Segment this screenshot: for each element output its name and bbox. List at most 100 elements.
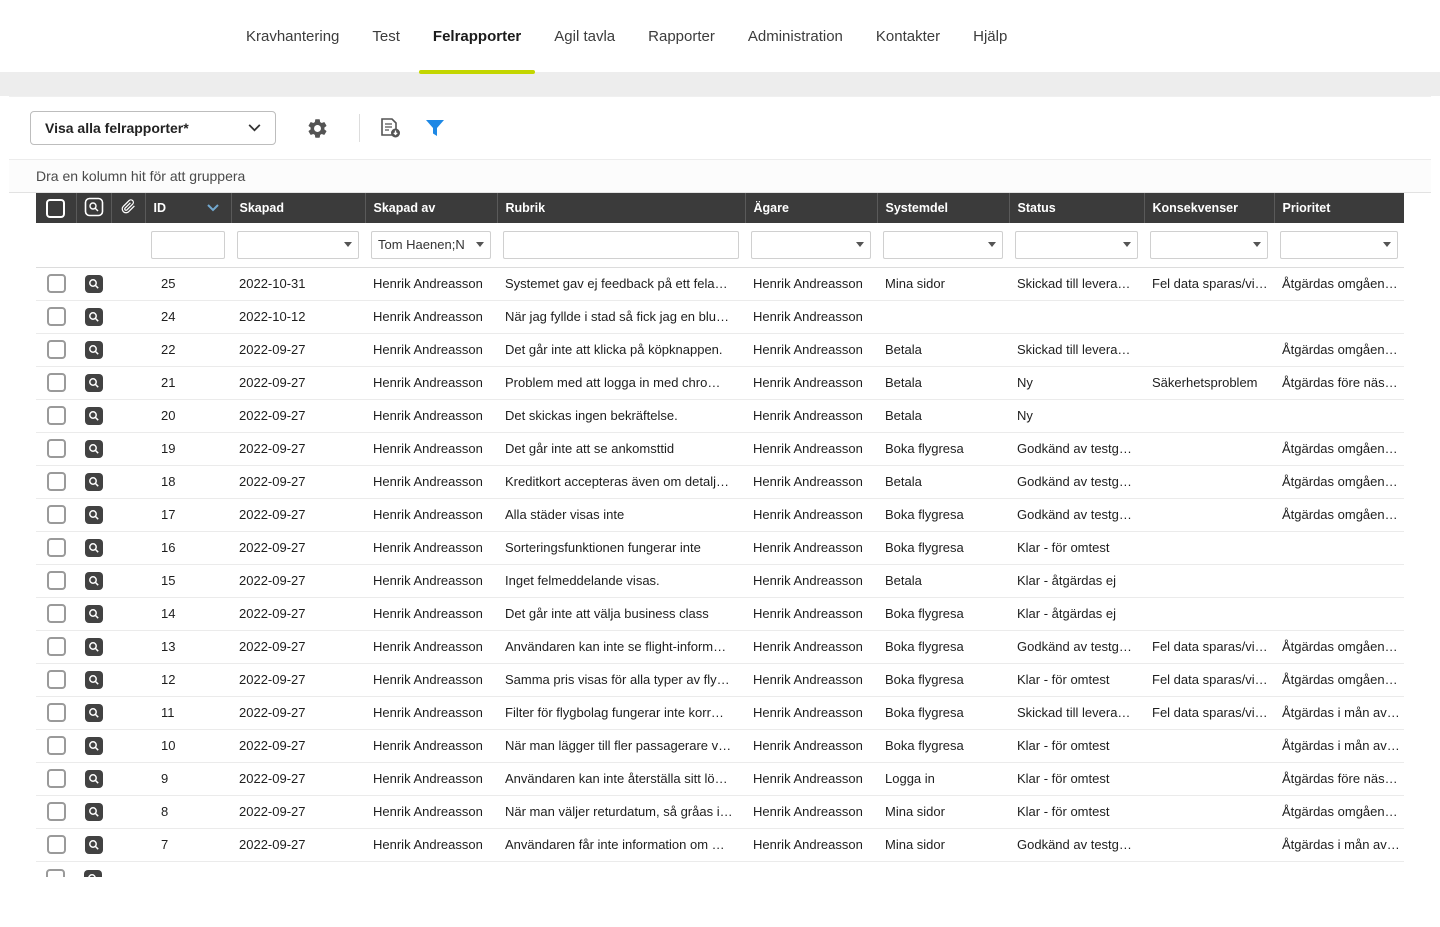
- preview-icon[interactable]: [84, 835, 104, 855]
- cell-rubrik[interactable]: Det går inte att klicka på köpknappen.: [497, 333, 745, 366]
- sort-desc-icon[interactable]: [207, 204, 219, 212]
- preview-icon[interactable]: [84, 439, 104, 459]
- table-row[interactable]: 19 2022-09-27 Henrik Andreasson Det går …: [36, 432, 1404, 465]
- table-row[interactable]: 15 2022-09-27 Henrik Andreasson Inget fe…: [36, 564, 1404, 597]
- table-row[interactable]: 16 2022-09-27 Henrik Andreasson Sorterin…: [36, 531, 1404, 564]
- row-checkbox[interactable]: [47, 505, 66, 524]
- export-button[interactable]: [374, 113, 406, 143]
- row-checkbox[interactable]: [47, 340, 66, 359]
- table-row[interactable]: 20 2022-09-27 Henrik Andreasson Det skic…: [36, 399, 1404, 432]
- row-checkbox[interactable]: [47, 703, 66, 722]
- column-header-rubrik[interactable]: Rubrik: [497, 193, 745, 223]
- view-selector-dropdown[interactable]: Visa alla felrapporter*: [30, 111, 276, 145]
- preview-icon[interactable]: [84, 307, 104, 327]
- filter-skapad-av-select[interactable]: Tom Haenen;N: [371, 231, 491, 259]
- attachment-column-header[interactable]: [111, 193, 145, 223]
- table-row[interactable]: 8 2022-09-27 Henrik Andreasson När man v…: [36, 795, 1404, 828]
- filter-prioritet-select[interactable]: [1280, 231, 1398, 259]
- cell-rubrik[interactable]: När jag fyllde i stad så fick jag en blu…: [497, 300, 745, 333]
- tab-kontakter[interactable]: Kontakter: [862, 0, 954, 72]
- preview-icon[interactable]: [83, 869, 103, 877]
- row-checkbox[interactable]: [47, 769, 66, 788]
- cell-rubrik[interactable]: Användaren kan inte se flight-inform…: [497, 630, 745, 663]
- cell-rubrik[interactable]: Kreditkort accepteras även om detalj…: [497, 465, 745, 498]
- preview-icon[interactable]: [84, 637, 104, 657]
- row-checkbox[interactable]: [47, 670, 66, 689]
- cell-rubrik[interactable]: Det går inte att välja business class: [497, 597, 745, 630]
- preview-icon[interactable]: [84, 274, 104, 294]
- cell-rubrik[interactable]: När man lägger till fler passagerare v…: [497, 729, 745, 762]
- column-header-prioritet[interactable]: Prioritet: [1274, 193, 1404, 223]
- row-checkbox[interactable]: [47, 439, 66, 458]
- filter-status-select[interactable]: [1015, 231, 1138, 259]
- filter-rubrik-input[interactable]: [503, 231, 739, 259]
- row-checkbox[interactable]: [47, 571, 66, 590]
- tab-felrapporter[interactable]: Felrapporter: [419, 0, 535, 72]
- table-row[interactable]: 22 2022-09-27 Henrik Andreasson Det går …: [36, 333, 1404, 366]
- tab-rapporter[interactable]: Rapporter: [634, 0, 729, 72]
- preview-icon[interactable]: [84, 472, 104, 492]
- filter-button[interactable]: [420, 114, 450, 142]
- table-row[interactable]: 7 2022-09-27 Henrik Andreasson Användare…: [36, 828, 1404, 861]
- tab-administration[interactable]: Administration: [734, 0, 857, 72]
- preview-icon[interactable]: [84, 538, 104, 558]
- row-checkbox[interactable]: [47, 472, 66, 491]
- table-row[interactable]: 24 2022-10-12 Henrik Andreasson När jag …: [36, 300, 1404, 333]
- cell-rubrik[interactable]: Systemet gav ej feedback på ett fela…: [497, 267, 745, 300]
- row-checkbox[interactable]: [47, 307, 66, 326]
- select-all-checkbox[interactable]: [46, 199, 65, 218]
- preview-icon[interactable]: [84, 769, 104, 789]
- filter-id-input[interactable]: [151, 231, 225, 259]
- cell-rubrik[interactable]: Det skickas ingen bekräftelse.: [497, 399, 745, 432]
- row-checkbox[interactable]: [47, 835, 66, 854]
- tab-kravhantering[interactable]: Kravhantering: [232, 0, 353, 72]
- preview-icon[interactable]: [84, 571, 104, 591]
- row-checkbox[interactable]: [47, 736, 66, 755]
- cell-rubrik[interactable]: Problem med att logga in med chro…: [497, 366, 745, 399]
- row-checkbox[interactable]: [47, 373, 66, 392]
- column-header-konsekvenser[interactable]: Konsekvenser: [1144, 193, 1274, 223]
- cell-rubrik[interactable]: Användaren får inte information om …: [497, 828, 745, 861]
- table-row[interactable]: 18 2022-09-27 Henrik Andreasson Kreditko…: [36, 465, 1404, 498]
- preview-icon[interactable]: [84, 373, 104, 393]
- table-row[interactable]: 12 2022-09-27 Henrik Andreasson Samma pr…: [36, 663, 1404, 696]
- row-checkbox[interactable]: [47, 802, 66, 821]
- table-row[interactable]: 13 2022-09-27 Henrik Andreasson Användar…: [36, 630, 1404, 663]
- table-row[interactable]: 10 2022-09-27 Henrik Andreasson När man …: [36, 729, 1404, 762]
- row-checkbox[interactable]: [47, 274, 66, 293]
- column-header-status[interactable]: Status: [1009, 193, 1144, 223]
- column-header-agare[interactable]: Ägare: [745, 193, 877, 223]
- cell-rubrik[interactable]: Filter för flygbolag fungerar inte korr…: [497, 696, 745, 729]
- group-by-dropzone[interactable]: Dra en kolumn hit för att gruppera: [9, 159, 1431, 193]
- column-header-skapad[interactable]: Skapad: [231, 193, 365, 223]
- preview-icon[interactable]: [84, 340, 104, 360]
- cell-rubrik[interactable]: När man väljer returdatum, så gråas i…: [497, 795, 745, 828]
- cell-rubrik[interactable]: Det går inte att se ankomsttid: [497, 432, 745, 465]
- preview-icon[interactable]: [84, 604, 104, 624]
- preview-icon[interactable]: [84, 406, 104, 426]
- preview-icon[interactable]: [84, 802, 104, 822]
- cell-rubrik[interactable]: Samma pris visas för alla typer av fly…: [497, 663, 745, 696]
- filter-systemdel-select[interactable]: [883, 231, 1003, 259]
- table-row[interactable]: 25 2022-10-31 Henrik Andreasson Systemet…: [36, 267, 1404, 300]
- cell-rubrik[interactable]: Inget felmeddelande visas.: [497, 564, 745, 597]
- tab-agil-tavla[interactable]: Agil tavla: [540, 0, 629, 72]
- cell-rubrik[interactable]: Användaren kan inte återställa sitt lö…: [497, 762, 745, 795]
- table-row[interactable]: 9 2022-09-27 Henrik Andreasson Användare…: [36, 762, 1404, 795]
- tab-test[interactable]: Test: [358, 0, 414, 72]
- row-checkbox[interactable]: [47, 604, 66, 623]
- preview-icon[interactable]: [84, 505, 104, 525]
- row-checkbox[interactable]: [47, 406, 66, 425]
- filter-skapad-select[interactable]: [237, 231, 359, 259]
- cell-rubrik[interactable]: Sorteringsfunktionen fungerar inte: [497, 531, 745, 564]
- row-checkbox[interactable]: [47, 538, 66, 557]
- row-checkbox[interactable]: [46, 869, 65, 877]
- column-header-systemdel[interactable]: Systemdel: [877, 193, 1009, 223]
- table-row[interactable]: 11 2022-09-27 Henrik Andreasson Filter f…: [36, 696, 1404, 729]
- settings-button[interactable]: [302, 113, 333, 144]
- row-checkbox[interactable]: [47, 637, 66, 656]
- table-row[interactable]: 21 2022-09-27 Henrik Andreasson Problem …: [36, 366, 1404, 399]
- filter-konsekvenser-select[interactable]: [1150, 231, 1268, 259]
- tab-hjalp[interactable]: Hjälp: [959, 0, 1021, 72]
- table-row[interactable]: 14 2022-09-27 Henrik Andreasson Det går …: [36, 597, 1404, 630]
